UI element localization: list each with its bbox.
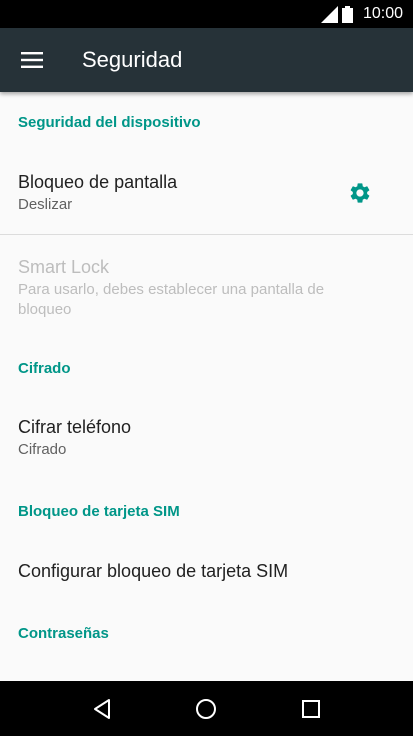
home-icon	[196, 698, 217, 719]
signal-icon	[320, 5, 338, 23]
item-summary: Cifrado	[18, 441, 67, 458]
status-time: 10:00	[362, 5, 403, 22]
battery-icon	[341, 5, 353, 23]
menu-icon	[21, 52, 43, 68]
back-icon	[94, 698, 111, 719]
section-header-device-security: Seguridad del dispositivo	[18, 114, 201, 131]
item-title: Bloqueo de pantalla	[18, 172, 178, 192]
item-summary: Para usarlo, debes establecer una pantal…	[18, 281, 325, 318]
section-header-sim-lock: Bloqueo de tarjeta SIM	[18, 503, 180, 520]
menu-button[interactable]	[0, 28, 64, 92]
status-bar: 10:00	[0, 0, 413, 28]
list-item-screen-lock[interactable]: Bloqueo de pantalla Deslizar	[0, 160, 413, 234]
item-title: Cifrar teléfono	[18, 417, 132, 437]
section-header-encryption: Cifrado	[18, 360, 71, 377]
page-title: Seguridad	[82, 47, 183, 72]
back-button[interactable]	[72, 681, 132, 736]
list-item-configure-sim-lock[interactable]: Configurar bloqueo de tarjeta SIM	[0, 544, 413, 604]
item-summary: Deslizar	[18, 196, 73, 213]
section-header-passwords: Contraseñas	[18, 625, 109, 642]
settings-list: Seguridad del dispositivo Bloqueo de pan…	[0, 92, 413, 681]
recents-icon	[301, 699, 320, 718]
navigation-bar	[0, 681, 413, 736]
app-bar: Seguridad	[0, 28, 413, 92]
recents-button[interactable]	[281, 681, 341, 736]
item-title: Configurar bloqueo de tarjeta SIM	[18, 561, 289, 581]
list-item-encrypt-phone[interactable]: Cifrar teléfono Cifrado	[0, 404, 413, 478]
list-item-smart-lock[interactable]: Smart Lock Para usarlo, debes establecer…	[0, 235, 413, 325]
home-button[interactable]	[176, 681, 236, 736]
gear-icon[interactable]	[348, 181, 372, 205]
item-title: Smart Lock	[18, 257, 110, 277]
